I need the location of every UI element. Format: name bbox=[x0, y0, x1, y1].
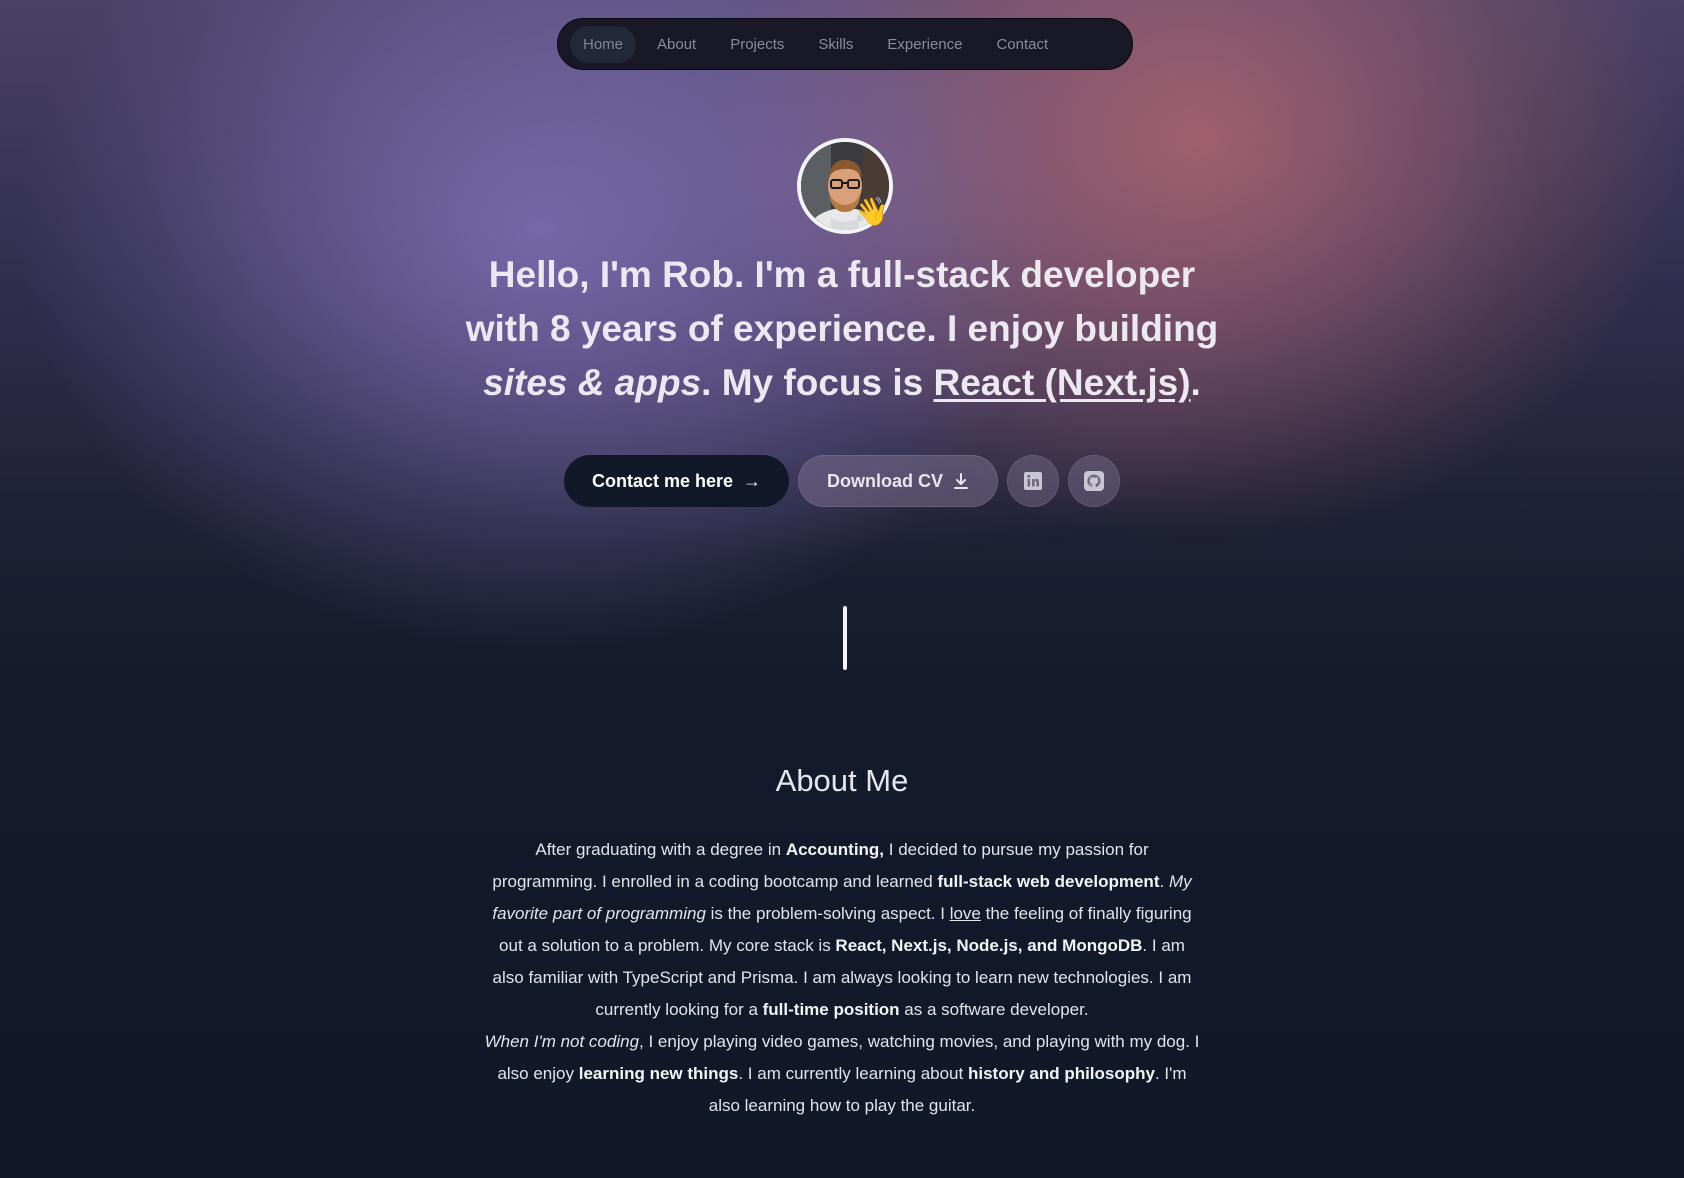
waving-hand-icon: 👋 bbox=[854, 196, 889, 227]
headline-text: of experience. I enjoy building bbox=[677, 308, 1219, 349]
about-highlight: React, Next.js, Node.js, and MongoDB bbox=[835, 936, 1143, 955]
about-highlight: history and philosophy bbox=[967, 1064, 1155, 1083]
nav-item-about[interactable]: About bbox=[644, 26, 709, 63]
contact-button-label: Contact me here bbox=[591, 470, 734, 491]
linkedin-icon bbox=[1024, 472, 1043, 490]
nav-item-projects[interactable]: Projects bbox=[717, 26, 797, 63]
about-highlight: Accounting, bbox=[785, 840, 885, 859]
nav-item-home[interactable]: Home bbox=[570, 25, 637, 63]
section-divider bbox=[843, 606, 847, 670]
about-body: After graduating with a degree in Accoun… bbox=[482, 834, 1202, 1122]
about-paragraph-2: When I'm not coding, I enjoy playing vid… bbox=[482, 1026, 1202, 1122]
github-icon bbox=[1084, 471, 1105, 491]
download-cv-button[interactable]: Download CV bbox=[798, 455, 999, 507]
headline-role: full-stack developer bbox=[847, 254, 1196, 295]
linkedin-button[interactable] bbox=[1007, 455, 1060, 507]
about-underline: love bbox=[949, 904, 981, 923]
about-paragraph-1: After graduating with a degree in Accoun… bbox=[482, 834, 1202, 1026]
about-text: After graduating with a degree in bbox=[535, 840, 786, 859]
hero-headline: Hello, I'm Rob. I'm a full-stack develop… bbox=[462, 248, 1222, 410]
headline-text: with bbox=[465, 308, 550, 349]
download-cv-label: Download CV bbox=[827, 470, 944, 491]
headline-sites-apps: sites & apps bbox=[483, 362, 702, 403]
headline-greeting: Hello, I'm Rob. bbox=[488, 254, 745, 295]
about-highlight: learning new things bbox=[578, 1064, 739, 1083]
about-title: About Me bbox=[775, 763, 909, 798]
github-button[interactable] bbox=[1068, 455, 1121, 507]
about-emphasis: When I'm not coding bbox=[484, 1032, 640, 1051]
nav-item-experience[interactable]: Experience bbox=[874, 26, 975, 63]
contact-button[interactable]: Contact me here → bbox=[563, 455, 790, 507]
headline-text: . bbox=[1190, 362, 1201, 403]
headline-years: 8 years bbox=[549, 308, 678, 349]
about-text: is the problem-solving aspect. I bbox=[705, 904, 950, 923]
top-nav: Home About Projects Skills Experience Co… bbox=[557, 18, 1133, 70]
nav-item-contact[interactable]: Contact bbox=[983, 26, 1061, 63]
page: Home About Projects Skills Experience Co… bbox=[0, 0, 1684, 1178]
nav-item-skills[interactable]: Skills bbox=[805, 26, 866, 63]
arrow-right-icon: → bbox=[743, 470, 762, 491]
about-highlight: full-stack web development bbox=[937, 872, 1160, 891]
about-text: . bbox=[1159, 872, 1169, 891]
headline-text: . My focus is bbox=[701, 362, 934, 403]
about-text: . I am currently learning about bbox=[738, 1064, 968, 1083]
download-icon bbox=[954, 473, 969, 489]
about-text: as a software developer. bbox=[899, 1000, 1089, 1019]
hero-actions: Contact me here → Download CV bbox=[0, 455, 1684, 507]
about-highlight: full-time position bbox=[762, 1000, 900, 1019]
headline-text: I'm a bbox=[744, 254, 848, 295]
headline-focus: React (Next.js) bbox=[933, 362, 1191, 403]
